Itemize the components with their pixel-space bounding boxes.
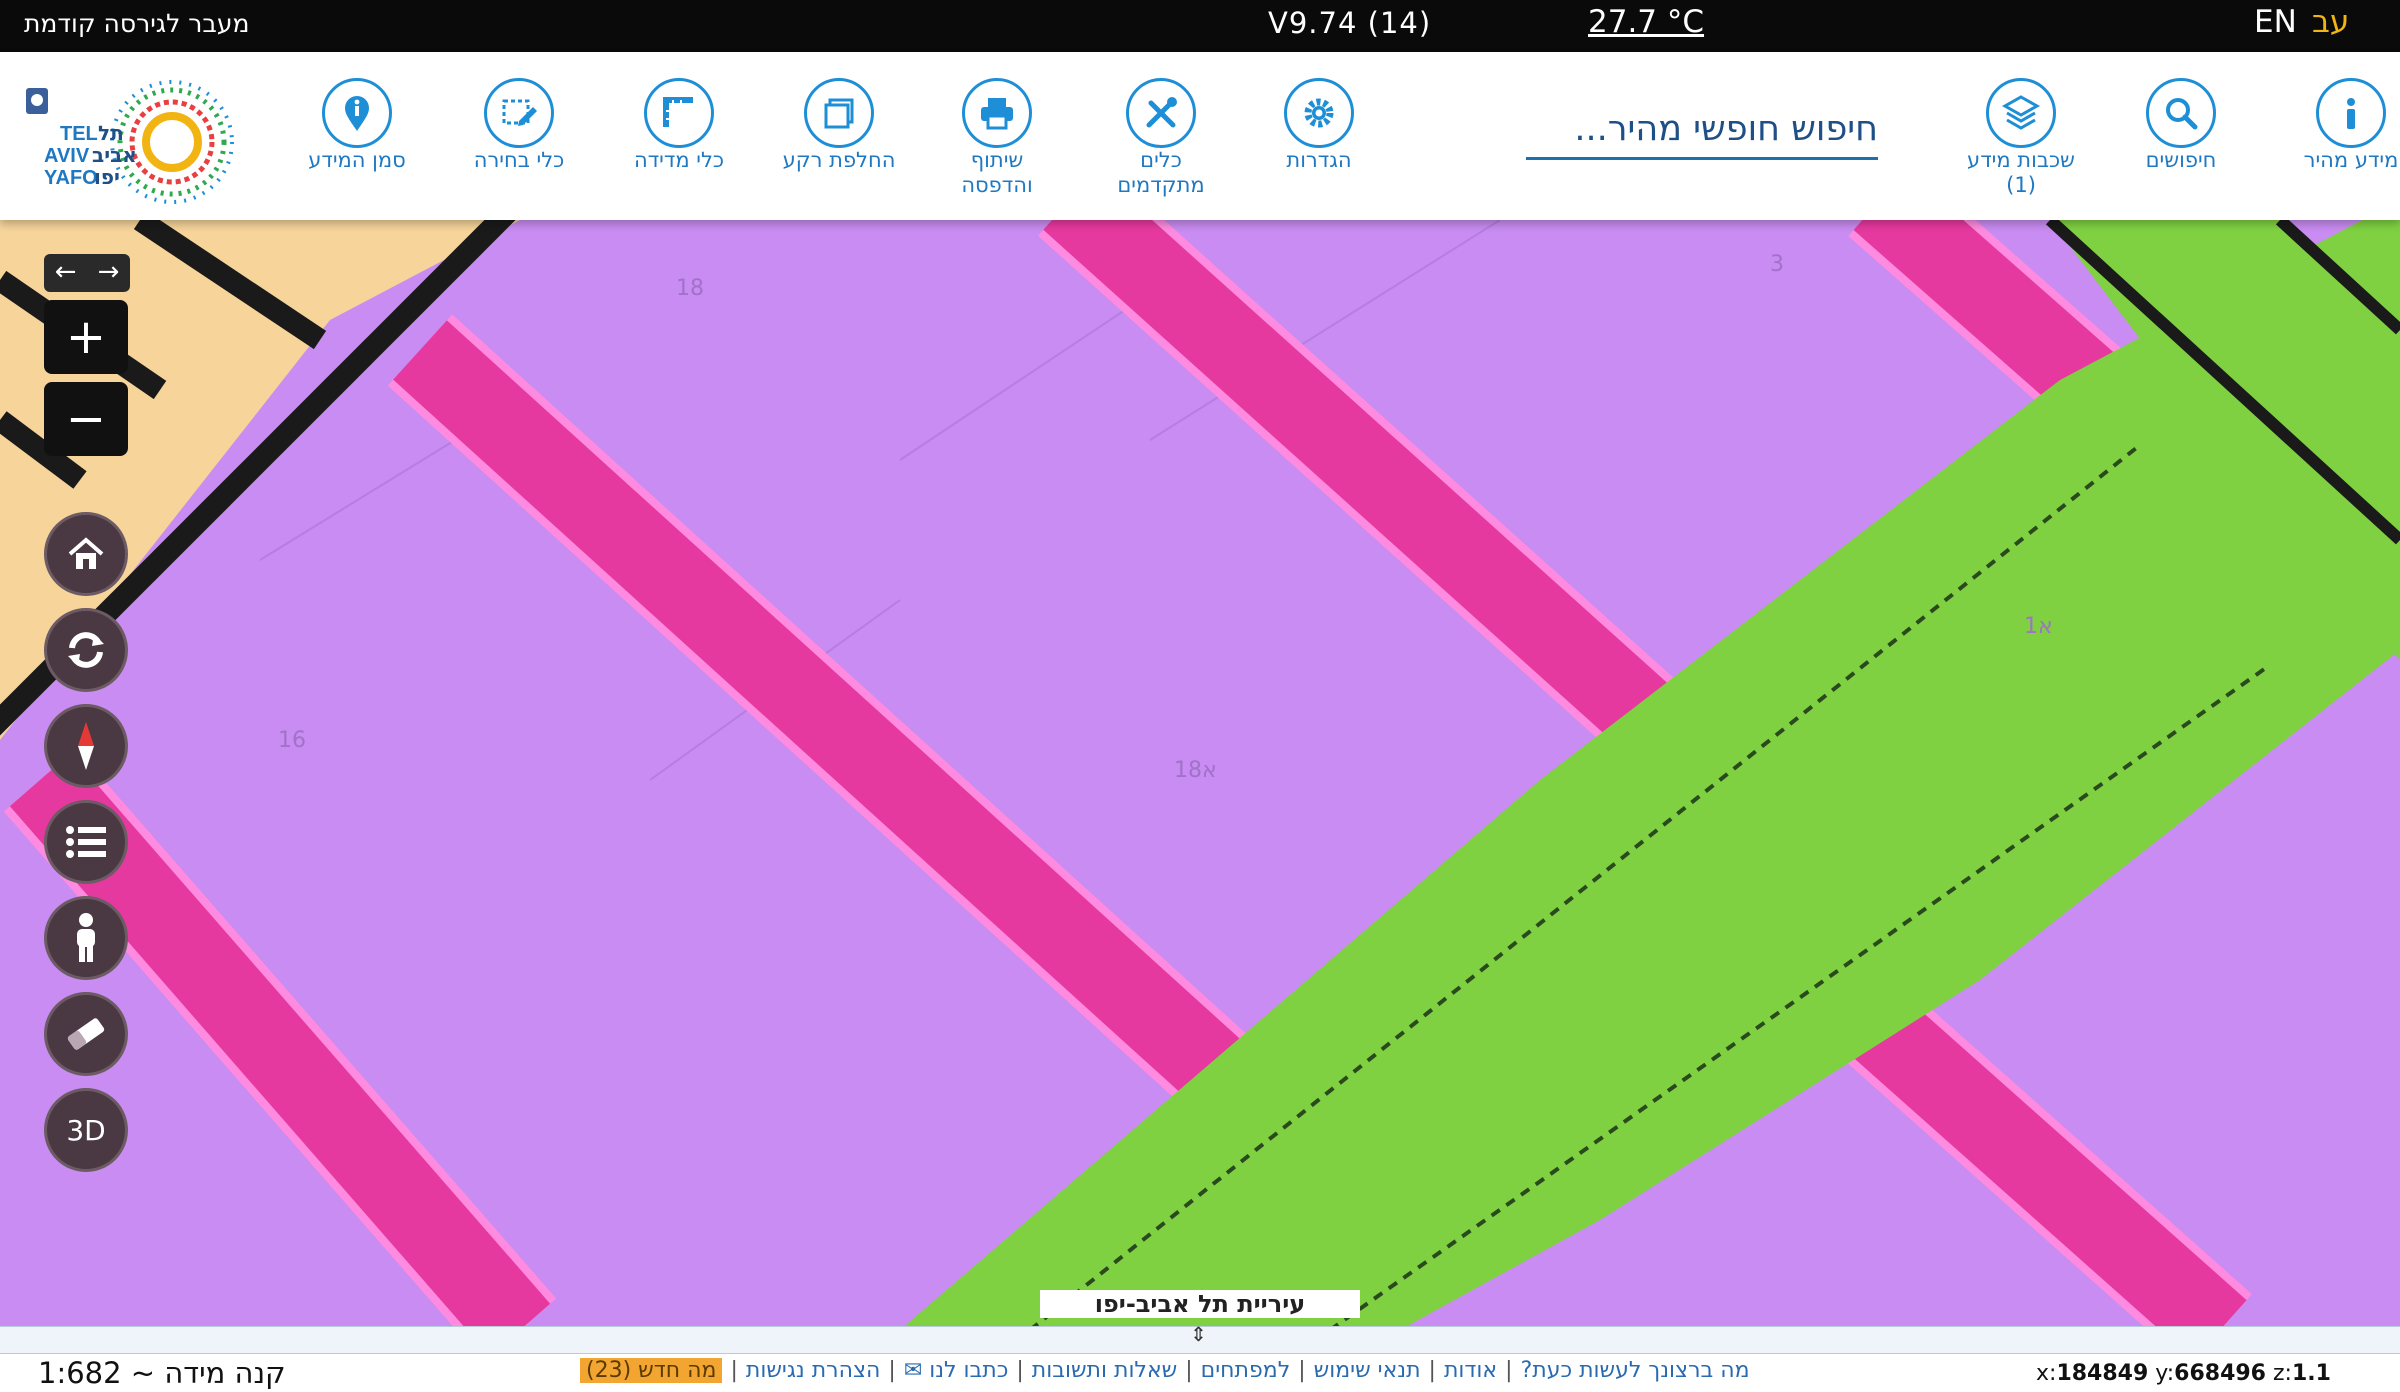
eraser-icon (67, 1018, 105, 1050)
info-marker-button[interactable]: סמן המידע (282, 78, 432, 173)
footer: קנה מידה ~ 1:682 מה ברצונך לעשות כעת? | א… (0, 1354, 2400, 1392)
footer-link-terms[interactable]: תנאי שימוש (1314, 1358, 1421, 1383)
tool-sublabel: מתקדמים (1117, 173, 1205, 197)
logo-sunburst-icon (110, 80, 234, 204)
person-icon (77, 913, 95, 962)
gear-icon (1284, 78, 1354, 148)
search-input[interactable] (1526, 104, 1878, 154)
lang-en-button[interactable]: EN (2254, 4, 2297, 40)
footer-link-developers[interactable]: למפתחים (1201, 1358, 1291, 1383)
parcel-number: 3 (1770, 252, 1784, 277)
clear-button[interactable] (44, 992, 128, 1076)
logo-emblem-icon (26, 88, 48, 114)
forward-arrow-icon[interactable]: → (87, 254, 130, 292)
measure-tools-button[interactable]: כלי מדידה (604, 78, 754, 173)
share-print-button[interactable]: שיתוף והדפסה (922, 78, 1072, 198)
lang-he-button[interactable]: עב (2312, 4, 2349, 40)
tool-label: סמן המידע (308, 148, 406, 172)
expand-handle-icon: ⇕ (1190, 1322, 1207, 1346)
toolbar: TEL AVIV YAFO תל אביב יפו מידע מהיר חיפו… (0, 52, 2400, 220)
compass-icon (78, 722, 94, 770)
settings-button[interactable]: הגדרות (1244, 78, 1394, 173)
change-basemap-button[interactable]: החלפת רקע (764, 78, 914, 173)
footer-resize-handle[interactable]: ⇕ (0, 1322, 2400, 1354)
footer-link-about[interactable]: אודות (1444, 1358, 1497, 1383)
tool-label: חיפושים (2145, 148, 2217, 172)
footer-links: מה ברצונך לעשות כעת? | אודות | תנאי שימוש |… (580, 1358, 1750, 1383)
tool-label: כלי בחירה (473, 148, 565, 172)
street-view-button[interactable] (44, 896, 128, 980)
minus-icon: − (65, 391, 107, 447)
history-nav: ← → (44, 254, 130, 292)
advanced-tools-button[interactable]: כלים מתקדמים (1086, 78, 1236, 198)
svg-text:YAFO: YAFO (44, 167, 98, 189)
tel-aviv-logo[interactable]: TEL AVIV YAFO תל אביב יפו (20, 80, 250, 204)
quick-search-field[interactable] (1526, 104, 1878, 160)
map-attribution: עיריית תל אביב-יפו (1040, 1290, 1360, 1318)
coord-z: 1.1 (2291, 1361, 2331, 1386)
tool-label: שכבות מידע (1967, 148, 2075, 172)
tool-label: החלפת רקע (782, 148, 896, 172)
parcel-number: 16 (278, 728, 306, 753)
home-button[interactable] (44, 512, 128, 596)
map-canvas[interactable]: 18 3 1א 16 18א ← → + − 3D עיריית תל אביב… (0, 220, 2400, 1326)
map-scale: קנה מידה ~ 1:682 (38, 1356, 286, 1390)
footer-link-accessibility[interactable]: הצהרת נגישות (746, 1358, 881, 1383)
tool-label: מידע מהיר (2303, 148, 2399, 172)
tool-label: שיתוף (970, 148, 1024, 172)
footer-link-what-to-do[interactable]: מה ברצונך לעשות כעת? (1521, 1358, 1750, 1383)
layers-icon (1986, 78, 2056, 148)
select-tools-button[interactable]: כלי בחירה (444, 78, 594, 173)
printer-icon (962, 78, 1032, 148)
ruler-icon (644, 78, 714, 148)
parcel-number: 18א (1174, 758, 1217, 783)
coord-y: 668496 (2174, 1361, 2266, 1386)
footer-link-contact[interactable]: כתבו לנו ✉ (904, 1358, 1009, 1383)
compass-button[interactable] (44, 704, 128, 788)
svg-text:תל: תל (98, 121, 124, 145)
svg-text:TEL: TEL (60, 123, 98, 145)
svg-text:אביב: אביב (92, 143, 137, 167)
svg-text:AVIV: AVIV (44, 145, 90, 167)
svg-text:יפו: יפו (94, 165, 120, 189)
plus-icon: + (65, 309, 107, 365)
top-bar: מעבר לגירסה קודמת V9.74 (14) 27.7 °C EN … (0, 0, 2400, 52)
previous-version-link[interactable]: מעבר לגירסה קודמת (24, 9, 249, 38)
whats-new-button[interactable]: מה חדש (23) (580, 1358, 723, 1383)
tool-label: הגדרות (1286, 148, 1352, 172)
searches-button[interactable]: חיפושים (2106, 78, 2256, 173)
legend-button[interactable] (44, 800, 128, 884)
parcel-number: 18 (676, 276, 704, 301)
basemap-icon (804, 78, 874, 148)
back-arrow-icon[interactable]: ← (44, 254, 87, 292)
3d-button[interactable]: 3D (44, 1088, 128, 1172)
quick-info-button[interactable]: מידע מהיר (2276, 78, 2400, 173)
info-icon (2316, 78, 2386, 148)
tools-icon (1126, 78, 1196, 148)
tool-sublabel: (1) (2006, 173, 2036, 197)
coord-x: 184849 (2056, 1361, 2149, 1386)
info-marker-icon (322, 78, 392, 148)
temperature-link[interactable]: 27.7 °C (1588, 4, 1704, 40)
refresh-icon (68, 632, 104, 668)
zoom-out-button[interactable]: − (44, 382, 128, 456)
tool-label: כלי מדידה (633, 148, 725, 172)
version-label: V9.74 (14) (1268, 6, 1432, 40)
coordinates-readout: x:184849 y:668496 z:1.1 (2036, 1361, 2331, 1386)
footer-link-faq[interactable]: שאלות ותשובות (1032, 1358, 1177, 1383)
layers-button[interactable]: שכבות מידע (1) (1946, 78, 2096, 198)
home-icon (68, 537, 104, 569)
tool-label: כלים (1140, 148, 1182, 172)
refresh-button[interactable] (44, 608, 128, 692)
parcel-number: 1א (2024, 614, 2053, 639)
3d-label: 3D (66, 1113, 106, 1147)
search-icon (2146, 78, 2216, 148)
select-icon (484, 78, 554, 148)
tool-sublabel: והדפסה (961, 173, 1033, 197)
zoom-in-button[interactable]: + (44, 300, 128, 374)
list-icon (66, 826, 106, 858)
